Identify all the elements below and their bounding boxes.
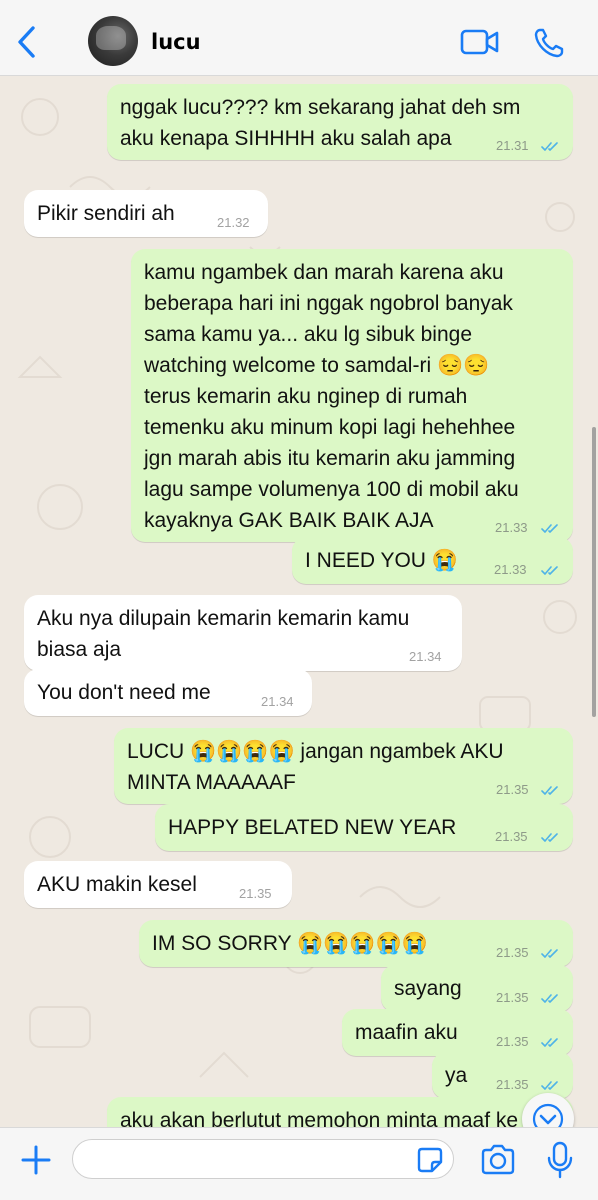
double-check-read-icon [541,566,558,575]
double-check-read-icon [541,786,558,795]
outgoing-message-bubble[interactable]: ya 21.35 [432,1052,573,1099]
message-list[interactable]: nggak lucu???? km sekarang jahat deh sm a… [0,77,598,1127]
chat-header: lucu [0,0,598,76]
message-text: watching welcome to samdal-ri 😔😔 [144,354,490,377]
message-text: sama kamu ya... aku lg sibuk binge [144,323,473,346]
message-timestamp: 21.35 [239,886,272,901]
scrollbar[interactable] [592,427,596,717]
double-check-read-icon [541,994,558,1003]
back-button[interactable] [14,22,42,62]
message-text: LUCU 😭😭😭😭 jangan ngambek AKU [127,740,504,763]
message-text: temenku aku minum kopi lagi hehehhee [144,416,516,439]
incoming-message-bubble[interactable]: AKU makin kesel 21.35 [24,861,292,908]
outgoing-message-bubble[interactable]: HAPPY BELATED NEW YEAR 21.35 [155,804,573,851]
outgoing-message-bubble[interactable]: maafin aku 21.35 [342,1009,573,1056]
composer-bar [0,1127,598,1200]
outgoing-message-bubble[interactable]: nggak lucu???? km sekarang jahat deh sm a… [107,84,573,160]
message-timestamp: 21.35 [496,945,529,960]
camera-icon [481,1144,515,1175]
message-text: biasa aja [37,638,122,661]
outgoing-message-bubble[interactable]: LUCU 😭😭😭😭 jangan ngambek AKU MINTA MAAAAA… [114,728,573,804]
attach-button[interactable] [20,1144,52,1176]
message-text: sayang [394,977,462,1000]
message-text: jgn marah abis itu kemarin aku jamming [144,447,516,470]
message-text: aku akan berlutut memohon minta maaf ke [120,1109,519,1127]
double-check-read-icon [541,833,558,842]
outgoing-message-bubble[interactable]: kamu ngambek dan marah karena aku beberap… [131,249,573,542]
message-timestamp: 21.33 [494,562,527,577]
outgoing-message-bubble[interactable]: IM SO SORRY 😭😭😭😭😭 21.35 [139,920,573,967]
message-text: lagu sampe volumenya 100 di mobil aku [144,478,519,501]
message-text: beberapa hari ini nggak ngobrol banyak [144,292,513,315]
double-check-read-icon [541,1081,558,1090]
sticker-icon [417,1147,443,1173]
voice-call-button[interactable] [533,27,565,59]
message-timestamp: 21.31 [496,138,529,153]
message-timestamp: 21.35 [496,990,529,1005]
double-check-read-icon [541,524,558,533]
outgoing-message-bubble[interactable]: sayang 21.35 [381,965,573,1012]
message-timestamp: 21.33 [495,520,528,535]
contact-avatar[interactable] [88,16,138,66]
message-text: nggak lucu???? km sekarang jahat deh sm [120,96,521,119]
chevron-left-icon [18,26,35,58]
message-timestamp: 21.35 [495,829,528,844]
microphone-icon [547,1141,573,1179]
double-check-read-icon [541,949,558,958]
message-timestamp: 21.35 [496,782,529,797]
contact-name[interactable]: lucu [151,30,201,54]
chevron-down-circle-icon [532,1103,564,1127]
outgoing-message-bubble[interactable]: I NEED YOU 😭 21.33 [292,537,573,584]
incoming-message-bubble[interactable]: You don't need me 21.34 [24,669,312,716]
plus-icon [21,1145,51,1175]
message-text: aku kenapa SIHHHH aku salah apa [120,127,452,150]
message-timestamp: 21.35 [496,1034,529,1049]
camera-button[interactable] [480,1144,516,1176]
message-text: terus kemarin aku nginep di rumah [144,385,468,408]
message-text: Aku nya dilupain kemarin kemarin kamu [37,607,410,630]
message-text: maafin aku [355,1021,458,1044]
message-text: kamu ngambek dan marah karena aku [144,261,504,284]
video-camera-icon [460,29,499,55]
incoming-message-bubble[interactable]: Pikir sendiri ah 21.32 [24,190,268,237]
sticker-button[interactable] [416,1146,444,1174]
double-check-read-icon [541,1038,558,1047]
message-timestamp: 21.34 [409,649,442,664]
video-call-button[interactable] [460,28,500,56]
message-input[interactable] [72,1139,454,1179]
double-check-read-icon [541,142,558,151]
message-timestamp: 21.35 [496,1077,529,1092]
message-timestamp: 21.32 [217,215,250,230]
phone-icon [534,28,564,58]
outgoing-message-bubble[interactable]: aku akan berlutut memohon minta maaf ke [107,1097,573,1127]
message-timestamp: 21.34 [261,694,294,709]
incoming-message-bubble[interactable]: Aku nya dilupain kemarin kemarin kamu bia… [24,595,462,671]
voice-record-button[interactable] [546,1141,574,1179]
